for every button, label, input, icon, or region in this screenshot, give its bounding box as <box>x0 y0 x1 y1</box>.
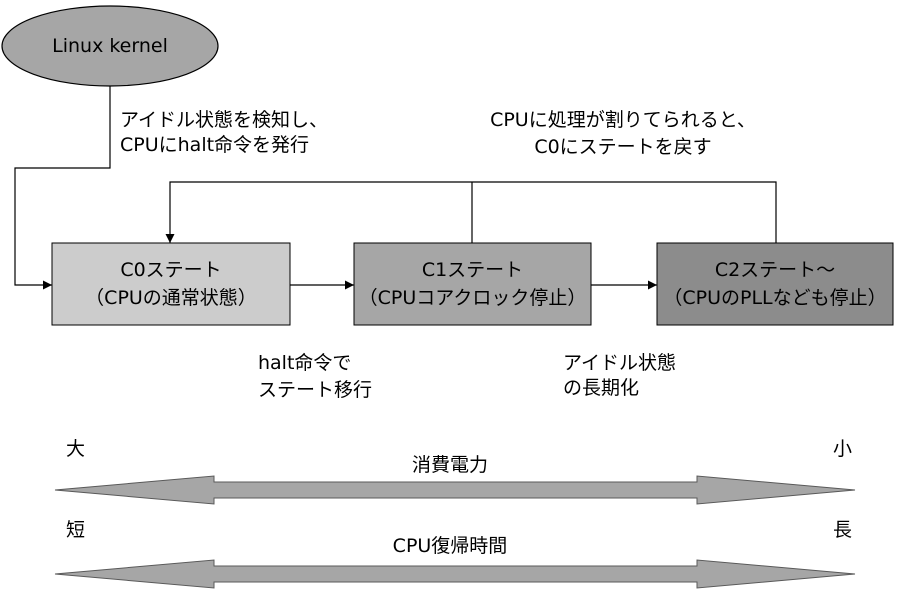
recovery-scale-title: CPU復帰時間 <box>392 535 508 557</box>
idle-longer-note-line1: アイドル状態 <box>563 352 677 374</box>
recovery-scale-right-label: 長 <box>833 519 853 541</box>
state-box-c0 <box>51 242 291 326</box>
return-c0-note-line2: C0にステートを戻す <box>534 136 712 158</box>
power-scale-title: 消費電力 <box>411 454 488 476</box>
halt-transition-note-line2: ステート移行 <box>258 379 373 401</box>
idle-longer-note-line2: の長期化 <box>563 377 640 399</box>
state-c1-name: C1ステート <box>421 259 524 281</box>
recovery-time-scale-arrow <box>54 559 856 589</box>
power-scale-left-label: 大 <box>66 438 86 460</box>
power-scale-right-label: 小 <box>833 438 853 460</box>
return-loop-connector <box>165 181 777 243</box>
linux-kernel-label: Linux kernel <box>52 35 168 57</box>
state-box-c2 <box>656 242 894 326</box>
state-c1-desc: （CPUコアクロック停止） <box>358 287 587 309</box>
state-c0-desc: （CPUの通常状態） <box>85 287 257 309</box>
state-c2-desc: （CPUのPLLなども停止） <box>663 287 887 309</box>
power-scale-arrow <box>54 475 856 505</box>
state-box-c1 <box>353 242 592 326</box>
state-c2-name: C2ステート〜 <box>714 259 836 281</box>
state-c0-name: C0ステート <box>120 259 222 281</box>
halt-transition-note-line1: halt命令で <box>258 352 352 374</box>
return-c0-note-line1: CPUに処理が割りてられると、 <box>490 109 756 131</box>
recovery-scale-left-label: 短 <box>66 519 86 541</box>
halt-issue-note-line1: アイドル状態を検知し、 <box>120 109 329 131</box>
halt-issue-note-line2: CPUにhalt命令を発行 <box>120 134 310 156</box>
